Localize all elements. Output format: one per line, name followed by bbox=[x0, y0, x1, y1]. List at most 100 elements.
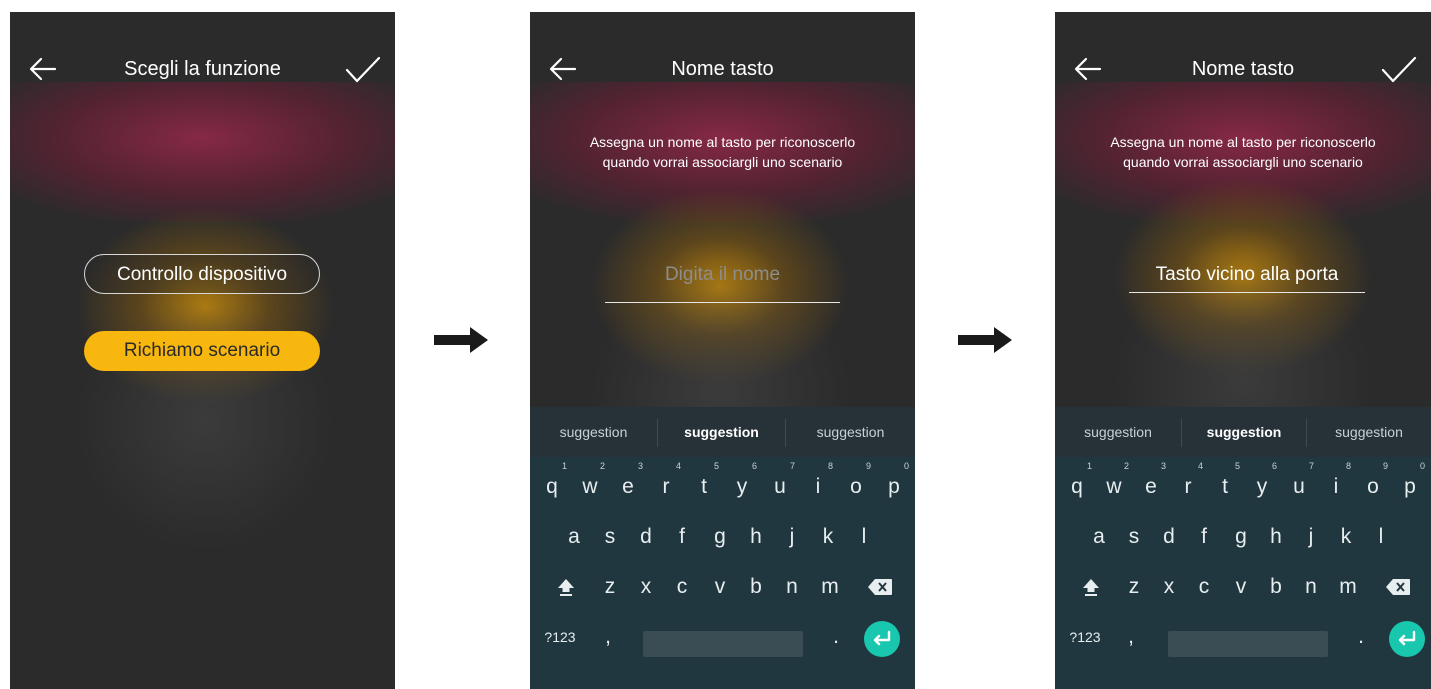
key-z[interactable]: z bbox=[592, 567, 628, 607]
key-g[interactable]: g bbox=[702, 517, 738, 557]
key-s[interactable]: s bbox=[1116, 517, 1152, 557]
key-d[interactable]: d bbox=[628, 517, 664, 557]
shift-icon[interactable] bbox=[548, 567, 584, 607]
key-label: i bbox=[1333, 475, 1339, 498]
key-w[interactable]: w2 bbox=[1096, 461, 1132, 507]
key-g[interactable]: g bbox=[1223, 517, 1259, 557]
screen-key-name-empty: Nome tasto Assegna un nome al tasto per … bbox=[530, 12, 915, 689]
key-s[interactable]: s bbox=[592, 517, 628, 557]
check-icon[interactable] bbox=[345, 56, 381, 84]
key-c[interactable]: c bbox=[664, 567, 700, 607]
key-z[interactable]: z bbox=[1116, 567, 1152, 607]
suggestion-2[interactable]: suggestion bbox=[658, 407, 785, 457]
keyboard-row-2: a s d f g h j k l bbox=[530, 517, 915, 557]
key-r[interactable]: r4 bbox=[1170, 461, 1206, 507]
enter-icon[interactable] bbox=[1389, 621, 1425, 657]
key-u[interactable]: u7 bbox=[1281, 461, 1317, 507]
key-n[interactable]: n bbox=[774, 567, 810, 607]
key-r[interactable]: r4 bbox=[648, 461, 684, 507]
key-hint: 7 bbox=[789, 461, 795, 471]
key-w[interactable]: w2 bbox=[572, 461, 608, 507]
key-h[interactable]: h bbox=[1258, 517, 1294, 557]
key-v[interactable]: v bbox=[702, 567, 738, 607]
key-label: r bbox=[1184, 475, 1192, 498]
shift-icon[interactable] bbox=[1073, 567, 1109, 607]
key-hint: 5 bbox=[713, 461, 719, 471]
backspace-icon[interactable] bbox=[1380, 567, 1416, 607]
key-j[interactable]: j bbox=[774, 517, 810, 557]
key-h[interactable]: h bbox=[738, 517, 774, 557]
backspace-icon[interactable] bbox=[862, 567, 898, 607]
screen-key-name-filled: Nome tasto Assegna un nome al tasto per … bbox=[1055, 12, 1431, 689]
key-hint: 5 bbox=[1234, 461, 1240, 471]
top-bar: Scegli la funzione bbox=[10, 50, 395, 90]
check-icon[interactable] bbox=[1381, 56, 1417, 84]
key-q[interactable]: q1 bbox=[534, 461, 570, 507]
key-label: w bbox=[1106, 475, 1122, 498]
key-d[interactable]: d bbox=[1151, 517, 1187, 557]
space-bar[interactable] bbox=[643, 631, 803, 657]
suggestion-3[interactable]: suggestion bbox=[786, 407, 915, 457]
arrow-right-icon bbox=[958, 327, 1012, 353]
key-f[interactable]: f bbox=[1186, 517, 1222, 557]
key-t[interactable]: t5 bbox=[686, 461, 722, 507]
option-richiamo-scenario-button[interactable]: Richiamo scenario bbox=[84, 331, 320, 371]
name-input[interactable]: Tasto vicino alla porta bbox=[1129, 264, 1365, 286]
key-i[interactable]: i8 bbox=[1318, 461, 1354, 507]
suggestion-1[interactable]: suggestion bbox=[1055, 407, 1181, 457]
key-x[interactable]: x bbox=[628, 567, 664, 607]
key-hint: 9 bbox=[865, 461, 871, 471]
keyboard-row-4: ?123 , . bbox=[1055, 617, 1431, 657]
name-input[interactable]: Digita il nome bbox=[605, 264, 840, 286]
suggestion-1[interactable]: suggestion bbox=[530, 407, 657, 457]
key-a[interactable]: a bbox=[556, 517, 592, 557]
key-hint: 4 bbox=[1197, 461, 1203, 471]
key-e[interactable]: e3 bbox=[1133, 461, 1169, 507]
suggestion-3[interactable]: suggestion bbox=[1307, 407, 1431, 457]
key-t[interactable]: t5 bbox=[1207, 461, 1243, 507]
key-k[interactable]: k bbox=[810, 517, 846, 557]
key-period[interactable]: . bbox=[1343, 617, 1379, 657]
key-i[interactable]: i8 bbox=[800, 461, 836, 507]
key-n[interactable]: n bbox=[1293, 567, 1329, 607]
key-p[interactable]: p0 bbox=[1392, 461, 1428, 507]
key-j[interactable]: j bbox=[1293, 517, 1329, 557]
key-label: t bbox=[701, 475, 707, 498]
key-x[interactable]: x bbox=[1151, 567, 1187, 607]
name-input-underline bbox=[605, 302, 840, 303]
key-q[interactable]: q1 bbox=[1059, 461, 1095, 507]
key-o[interactable]: o9 bbox=[838, 461, 874, 507]
key-period[interactable]: . bbox=[818, 617, 854, 657]
key-y[interactable]: y6 bbox=[1244, 461, 1280, 507]
key-hint: 6 bbox=[751, 461, 757, 471]
top-bar: Nome tasto bbox=[1055, 50, 1431, 90]
space-bar[interactable] bbox=[1168, 631, 1328, 657]
key-b[interactable]: b bbox=[738, 567, 774, 607]
key-k[interactable]: k bbox=[1328, 517, 1364, 557]
key-c[interactable]: c bbox=[1186, 567, 1222, 607]
keyboard-row-3: z x c v b n m bbox=[1055, 567, 1431, 607]
key-comma[interactable]: , bbox=[590, 617, 626, 657]
key-e[interactable]: e3 bbox=[610, 461, 646, 507]
key-m[interactable]: m bbox=[1330, 567, 1366, 607]
key-o[interactable]: o9 bbox=[1355, 461, 1391, 507]
key-f[interactable]: f bbox=[664, 517, 700, 557]
key-u[interactable]: u7 bbox=[762, 461, 798, 507]
suggestion-2[interactable]: suggestion bbox=[1182, 407, 1306, 457]
key-a[interactable]: a bbox=[1081, 517, 1117, 557]
top-bar: Nome tasto bbox=[530, 50, 915, 90]
symbols-key[interactable]: ?123 bbox=[1063, 617, 1107, 657]
key-y[interactable]: y6 bbox=[724, 461, 760, 507]
symbols-key[interactable]: ?123 bbox=[538, 617, 582, 657]
key-label: y bbox=[736, 475, 748, 498]
key-comma[interactable]: , bbox=[1113, 617, 1149, 657]
key-v[interactable]: v bbox=[1223, 567, 1259, 607]
key-l[interactable]: l bbox=[846, 517, 882, 557]
key-p[interactable]: p0 bbox=[876, 461, 912, 507]
key-b[interactable]: b bbox=[1258, 567, 1294, 607]
option-controllo-dispositivo-button[interactable]: Controllo dispositivo bbox=[84, 254, 320, 294]
key-l[interactable]: l bbox=[1363, 517, 1399, 557]
enter-icon[interactable] bbox=[864, 621, 900, 657]
key-hint: 8 bbox=[1345, 461, 1351, 471]
key-m[interactable]: m bbox=[812, 567, 848, 607]
